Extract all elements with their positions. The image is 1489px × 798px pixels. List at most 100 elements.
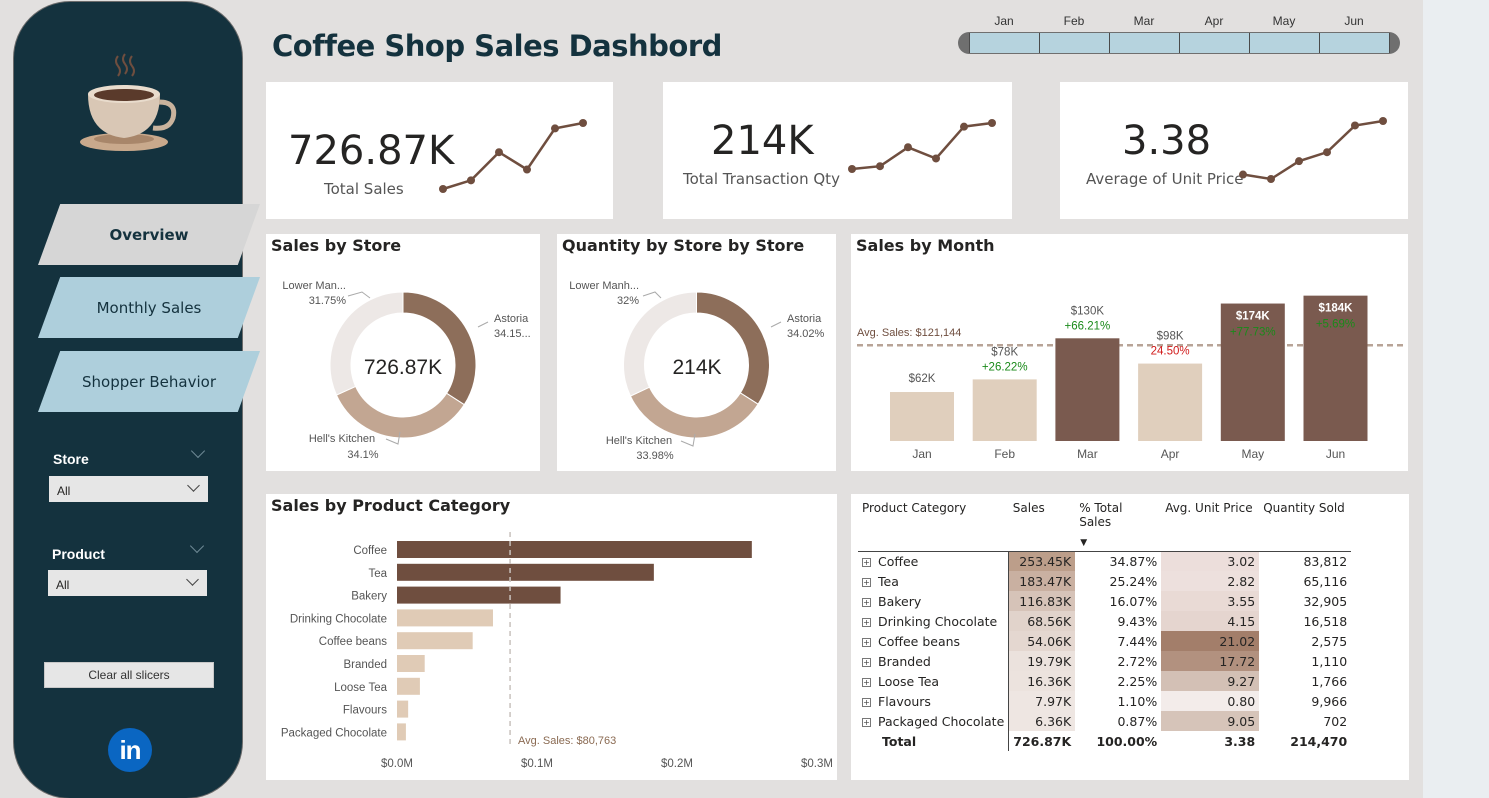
category-label: Tea xyxy=(878,573,899,589)
nav-overview-button[interactable]: Overview xyxy=(38,204,260,265)
month-bar[interactable] xyxy=(1138,363,1203,441)
expand-icon[interactable]: + xyxy=(862,657,871,667)
category-bar[interactable] xyxy=(397,677,420,695)
category-label: Flavours xyxy=(878,693,931,709)
matrix-total-sales: 726.87K xyxy=(1008,731,1076,751)
category-bar[interactable] xyxy=(397,563,654,581)
matrix-cell-price: 9.05 xyxy=(1161,711,1260,731)
table-row[interactable]: + Branded 19.79K 2.72% 17.72 1,110 xyxy=(858,651,1351,671)
donut-slice-lower-manhattan[interactable] xyxy=(623,291,697,397)
month-bar[interactable] xyxy=(1055,338,1120,441)
matrix-col-header[interactable]: % Total Sales ▼ xyxy=(1075,501,1161,551)
donut-slice-lower-manhattan[interactable] xyxy=(329,291,404,396)
sales-by-category-card[interactable]: Sales by Product Category Coffee Tea Baker… xyxy=(266,494,837,780)
sparkline-point xyxy=(960,122,968,131)
kpi-card-transaction-qty[interactable]: 214K Total Transaction Qty xyxy=(663,82,1012,219)
category-label: Branded xyxy=(878,653,931,669)
timeline-cell-feb[interactable] xyxy=(1039,33,1109,53)
category-matrix[interactable]: Product Category Sales % Total Sales ▼ A… xyxy=(858,501,1352,751)
table-row[interactable]: + Bakery 116.83K 16.07% 3.55 32,905 xyxy=(858,591,1351,611)
timeline-cell-jan[interactable] xyxy=(969,33,1039,53)
category-bar[interactable] xyxy=(397,655,425,672)
kpi-card-total-sales[interactable]: 726.87K Total Sales xyxy=(266,82,613,219)
month-axis-label: Jun xyxy=(1326,447,1345,461)
expand-icon[interactable]: + xyxy=(862,597,871,607)
matrix-cell-category[interactable]: + Coffee xyxy=(858,550,1009,571)
matrix-cell-category[interactable]: + Flavours xyxy=(858,691,1009,711)
matrix-cell-category[interactable]: + Tea xyxy=(858,571,1009,591)
month-bar[interactable] xyxy=(890,392,954,441)
category-axis-label: Loose Tea xyxy=(334,682,387,694)
qty-by-store-donut: 214K Astoria 34.02% Hell's Kitchen 33.98… xyxy=(569,280,824,462)
matrix-cell-qty: 32,905 xyxy=(1303,593,1348,609)
category-bar[interactable] xyxy=(397,586,561,604)
matrix-cell-category[interactable]: + Packaged Chocolate xyxy=(858,711,1009,731)
matrix-col-header[interactable]: Avg. Unit Price xyxy=(1161,501,1259,551)
month-bar[interactable] xyxy=(972,379,1037,441)
category-matrix-card[interactable]: Product Category Sales % Total Sales ▼ A… xyxy=(851,494,1409,780)
store-slicer-dropdown[interactable]: All xyxy=(49,476,208,502)
timeline-cell-mar[interactable] xyxy=(1109,33,1179,53)
matrix-cell-category[interactable]: + Drinking Chocolate xyxy=(858,611,1009,631)
expand-icon[interactable]: + xyxy=(862,617,871,627)
table-row[interactable]: + Tea 183.47K 25.24% 2.82 65,116 xyxy=(858,571,1351,591)
table-row[interactable]: + Coffee beans 54.06K 7.44% 21.02 2,575 xyxy=(858,631,1351,651)
sparkline-point xyxy=(551,124,559,133)
table-row[interactable]: + Flavours 7.97K 1.10% 0.80 9,966 xyxy=(858,691,1351,711)
table-row[interactable]: + Drinking Chocolate 68.56K 9.43% 4.15 16,518 xyxy=(858,611,1351,631)
sales-by-store-card[interactable]: Sales by Store 726.87K Astoria 34.15... … xyxy=(266,234,540,471)
kpi-label: Average of Unit Price xyxy=(1086,170,1244,188)
matrix-cell-category[interactable]: + Coffee beans xyxy=(858,631,1009,651)
donut-slice-hell-s-kitchen[interactable] xyxy=(335,385,465,439)
matrix-cell-qty: 702 xyxy=(1323,713,1348,729)
sparkline-point xyxy=(932,154,940,163)
sparkline-point xyxy=(988,119,996,127)
category-bar[interactable] xyxy=(397,632,473,650)
clear-all-slicers-button[interactable]: Clear all slicers xyxy=(44,662,214,688)
month-bar[interactable] xyxy=(1303,295,1368,441)
donut-slice-astoria[interactable] xyxy=(696,291,770,405)
nav-monthly-sales-button[interactable]: Monthly Sales xyxy=(38,277,260,338)
sales-by-month-card[interactable]: Sales by Month $62K Jan $78K +26.22% Feb $130… xyxy=(851,234,1408,471)
matrix-col-header[interactable]: Sales xyxy=(1009,501,1075,551)
donut-slice-hell-s-kitchen[interactable] xyxy=(629,386,759,439)
category-bar[interactable] xyxy=(397,541,752,558)
expand-icon[interactable]: + xyxy=(862,557,871,567)
expand-icon[interactable]: + xyxy=(862,697,871,707)
expand-icon[interactable]: + xyxy=(862,637,871,647)
slice-label-lower-manhattan: Lower Man... xyxy=(282,280,346,292)
table-row[interactable]: + Loose Tea 16.36K 2.25% 9.27 1,766 xyxy=(858,671,1351,691)
sparkline-point xyxy=(1323,148,1331,157)
timeline-cell-may[interactable] xyxy=(1249,33,1319,53)
expand-icon[interactable]: + xyxy=(862,717,871,727)
timeline-cell-jun[interactable] xyxy=(1319,33,1390,53)
sparkline-point xyxy=(523,165,531,174)
matrix-col-header[interactable]: Product Category xyxy=(858,501,1009,551)
month-timeline-slicer[interactable]: Jan Feb Mar Apr May Jun xyxy=(958,12,1400,56)
table-row[interactable]: + Packaged Chocolate 6.36K 0.87% 9.05 702 xyxy=(858,711,1351,731)
table-row[interactable]: + Coffee 253.45K 34.87% 3.02 83,812 xyxy=(858,550,1352,571)
timeline-cell-apr[interactable] xyxy=(1179,33,1249,53)
matrix-cell-category[interactable]: + Bakery xyxy=(858,591,1009,611)
nav-shopper-behavior-button[interactable]: Shopper Behavior xyxy=(38,351,260,412)
category-bar[interactable] xyxy=(397,700,409,718)
linkedin-icon[interactable]: in xyxy=(108,728,152,772)
matrix-col-header-label: % Total Sales xyxy=(1079,501,1123,529)
qty-by-store-card[interactable]: Quantity by Store by Store 214K Astoria … xyxy=(557,234,836,471)
expand-icon[interactable]: + xyxy=(862,577,871,587)
product-slicer-dropdown[interactable]: All xyxy=(48,570,207,596)
month-bar[interactable] xyxy=(1220,303,1285,441)
matrix-cell-category[interactable]: + Branded xyxy=(858,651,1009,671)
category-axis-label: Coffee beans xyxy=(319,636,387,648)
category-bar[interactable] xyxy=(397,609,493,627)
matrix-col-header[interactable]: Quantity Sold xyxy=(1259,501,1351,551)
expand-icon[interactable]: + xyxy=(862,677,871,687)
sparkline-transaction-qty xyxy=(848,119,996,173)
kpi-card-avg-unit-price[interactable]: 3.38 Average of Unit Price xyxy=(1060,82,1408,219)
donut-slice-astoria[interactable] xyxy=(402,291,477,406)
matrix-cell-price: 2.82 xyxy=(1161,571,1260,591)
month-axis-label: Jan xyxy=(912,447,931,461)
sort-desc-icon: ▼ xyxy=(1080,538,1088,548)
category-bar[interactable] xyxy=(397,723,406,741)
matrix-cell-category[interactable]: + Loose Tea xyxy=(858,671,1009,691)
